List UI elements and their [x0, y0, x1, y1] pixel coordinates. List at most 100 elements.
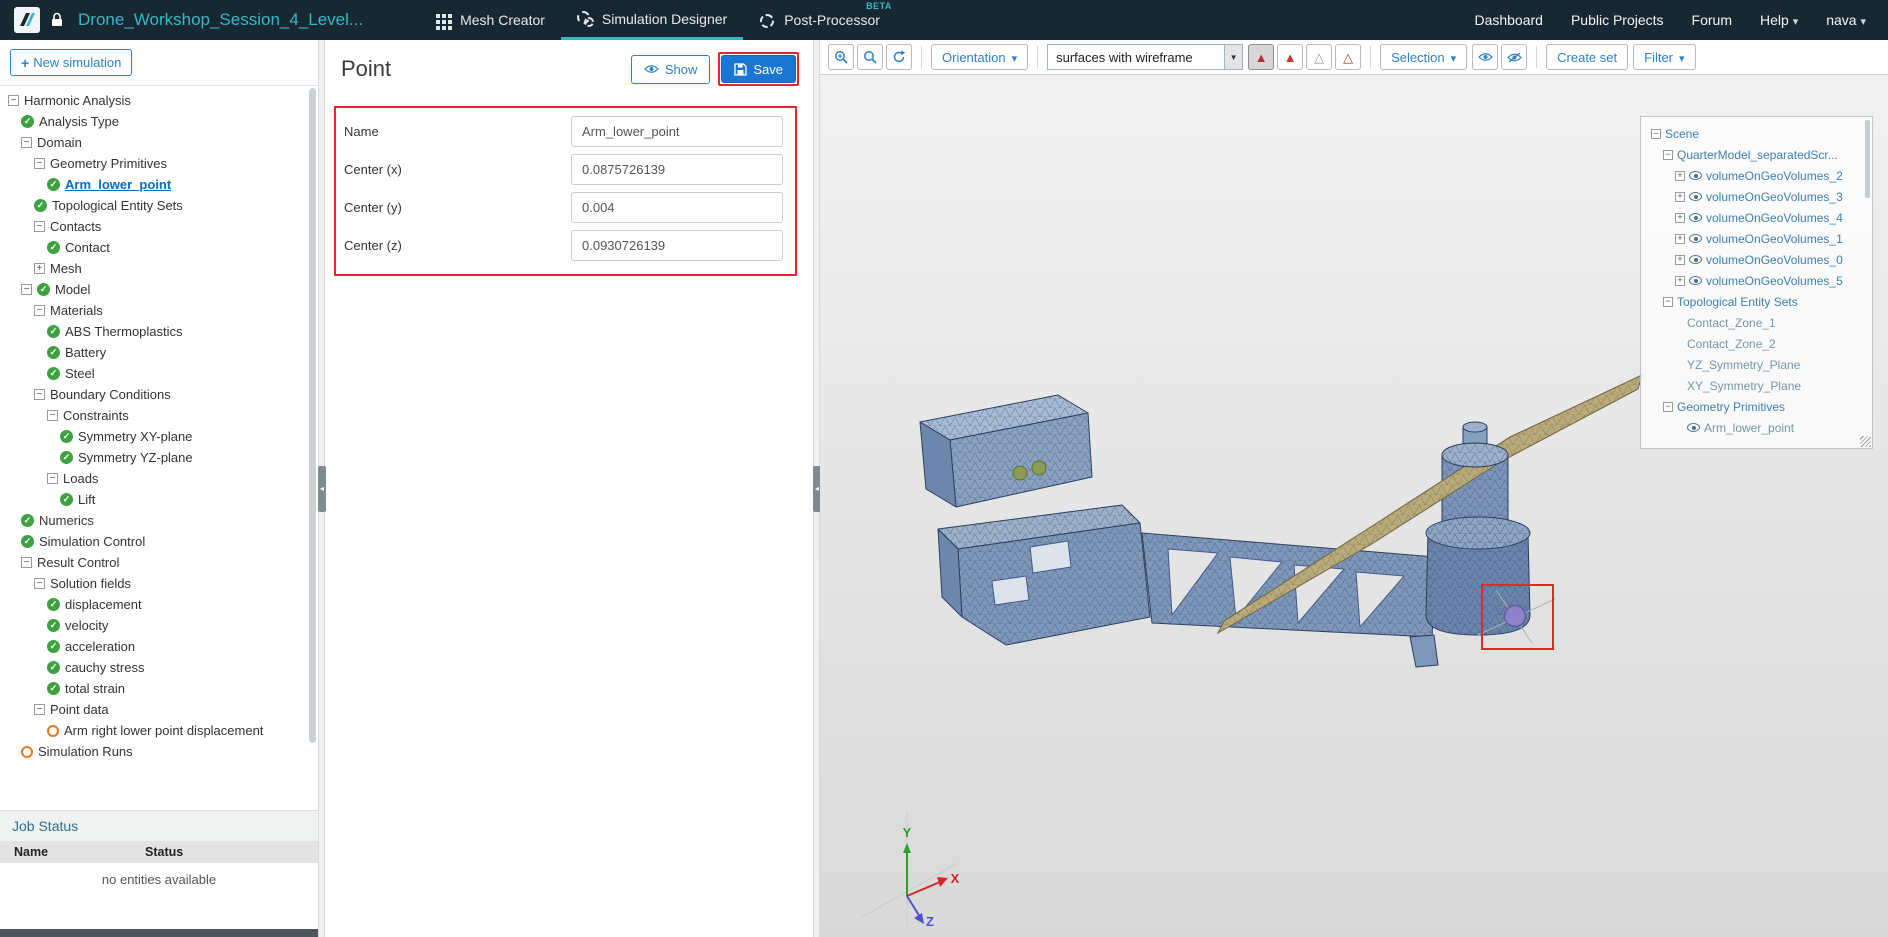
orientation-dropdown[interactable]: Orientation — [931, 44, 1028, 70]
tree-item[interactable]: Point data — [0, 699, 318, 720]
scene-expander-icon[interactable] — [1663, 150, 1673, 160]
scene-tree-item[interactable]: volumeOnGeoVolumes_5 — [1645, 270, 1868, 291]
tree-item[interactable]: total strain — [0, 678, 318, 699]
scene-tree-item[interactable]: volumeOnGeoVolumes_4 — [1645, 207, 1868, 228]
tree-item[interactable]: cauchy stress — [0, 657, 318, 678]
topbar-link[interactable]: Forum — [1692, 12, 1732, 28]
visibility-eye-icon[interactable] — [1689, 192, 1702, 201]
project-title[interactable]: Drone_Workshop_Session_4_Level... — [78, 10, 363, 30]
module-tab[interactable]: Mesh Creator — [419, 0, 561, 40]
create-set-button[interactable]: Create set — [1546, 44, 1628, 70]
visibility-eye-icon[interactable] — [1689, 234, 1702, 243]
scene-expander-icon[interactable] — [1675, 213, 1685, 223]
new-simulation-button[interactable]: New simulation — [10, 49, 132, 76]
scene-tree-item[interactable]: Contact_Zone_1 — [1645, 312, 1868, 333]
tree-item[interactable]: Symmetry YZ-plane — [0, 447, 318, 468]
tree-expander-icon[interactable] — [8, 95, 19, 106]
scene-expander-icon[interactable] — [1675, 255, 1685, 265]
tree-item[interactable]: Boundary Conditions — [0, 384, 318, 405]
topbar-link[interactable]: Dashboard — [1474, 12, 1543, 28]
tree-expander-icon[interactable] — [34, 221, 45, 232]
tree-scrollbar[interactable] — [309, 88, 316, 743]
scene-tree-item[interactable]: QuarterModel_separatedScr... — [1645, 144, 1868, 165]
scene-expander-icon[interactable] — [1675, 171, 1685, 181]
scene-tree-item[interactable]: Arm_lower_point — [1645, 417, 1868, 438]
tree-item[interactable]: Battery — [0, 342, 318, 363]
refresh-view-button[interactable] — [886, 44, 912, 70]
save-button[interactable]: Save — [721, 55, 796, 83]
tree-item[interactable]: ABS Thermoplastics — [0, 321, 318, 342]
hide-entities-button[interactable] — [1501, 44, 1527, 70]
tree-item[interactable]: Solution fields — [0, 573, 318, 594]
scene-expander-icon[interactable] — [1675, 192, 1685, 202]
tree-expander-icon[interactable] — [21, 557, 32, 568]
tree-item[interactable]: Analysis Type — [0, 111, 318, 132]
scene-tree-item[interactable]: volumeOnGeoVolumes_1 — [1645, 228, 1868, 249]
zoom-fit-button[interactable] — [857, 44, 883, 70]
tree-item[interactable]: Contact — [0, 237, 318, 258]
scene-expander-icon[interactable] — [1663, 297, 1673, 307]
mesh-quality-toggle-2[interactable] — [1277, 44, 1303, 70]
tree-expander-icon[interactable] — [34, 704, 45, 715]
scene-tree-item[interactable]: Contact_Zone_2 — [1645, 333, 1868, 354]
tree-item[interactable]: Simulation Runs — [0, 741, 318, 762]
tree-item[interactable]: Numerics — [0, 510, 318, 531]
tree-expander-icon[interactable] — [34, 263, 45, 274]
selection-dropdown[interactable]: Selection — [1380, 44, 1467, 70]
scene-tree-item[interactable]: YZ_Symmetry_Plane — [1645, 354, 1868, 375]
mesh-quality-toggle-4[interactable] — [1335, 44, 1361, 70]
filter-dropdown[interactable]: Filter — [1633, 44, 1695, 70]
module-tab[interactable]: Simulation Designer — [561, 0, 743, 40]
tree-expander-icon[interactable] — [47, 473, 58, 484]
tree-expander-icon[interactable] — [34, 389, 45, 400]
tree-item[interactable]: Constraints — [0, 405, 318, 426]
collapse-tree-panel-handle[interactable] — [318, 466, 326, 512]
tree-item[interactable]: Contacts — [0, 216, 318, 237]
tree-item[interactable]: Domain — [0, 132, 318, 153]
scene-tree-scrollbar[interactable] — [1865, 120, 1870, 198]
topbar-link[interactable]: nava — [1826, 12, 1866, 28]
scene-expander-icon[interactable] — [1651, 129, 1661, 139]
mesh-quality-toggle-3[interactable] — [1306, 44, 1332, 70]
show-button[interactable]: Show — [631, 55, 711, 84]
tree-item[interactable]: Model — [0, 279, 318, 300]
tree-expander-icon[interactable] — [34, 305, 45, 316]
field-input[interactable] — [571, 116, 783, 147]
scene-expander-icon[interactable] — [1675, 276, 1685, 286]
visibility-eye-icon[interactable] — [1689, 255, 1702, 264]
visibility-eye-icon[interactable] — [1689, 213, 1702, 222]
tree-item[interactable]: Mesh — [0, 258, 318, 279]
scene-tree-item[interactable]: volumeOnGeoVolumes_2 — [1645, 165, 1868, 186]
topbar-link[interactable]: Help — [1760, 12, 1798, 28]
sidebar-bottom-scrollbar[interactable] — [0, 929, 318, 937]
field-input[interactable] — [571, 154, 783, 185]
scene-tree-item[interactable]: Geometry Primitives — [1645, 396, 1868, 417]
scene-expander-icon[interactable] — [1675, 234, 1685, 244]
tree-item[interactable]: displacement — [0, 594, 318, 615]
scene-tree-item[interactable]: volumeOnGeoVolumes_3 — [1645, 186, 1868, 207]
tree-expander-icon[interactable] — [21, 284, 32, 295]
tree-item[interactable]: acceleration — [0, 636, 318, 657]
visibility-eye-icon[interactable] — [1689, 276, 1702, 285]
tree-item[interactable]: Symmetry XY-plane — [0, 426, 318, 447]
scene-tree-resize-handle[interactable] — [1860, 436, 1871, 447]
scene-tree-item[interactable]: volumeOnGeoVolumes_0 — [1645, 249, 1868, 270]
show-entities-button[interactable] — [1472, 44, 1498, 70]
zoom-in-button[interactable] — [828, 44, 854, 70]
field-input[interactable] — [571, 230, 783, 261]
app-logo-icon[interactable] — [14, 7, 40, 33]
tree-expander-icon[interactable] — [47, 410, 58, 421]
tree-item[interactable]: Simulation Control — [0, 531, 318, 552]
tree-item[interactable]: Loads — [0, 468, 318, 489]
tree-item[interactable]: Harmonic Analysis — [0, 90, 318, 111]
topbar-link[interactable]: Public Projects — [1571, 12, 1664, 28]
scene-tree-item[interactable]: XY_Symmetry_Plane — [1645, 375, 1868, 396]
tree-item[interactable]: Topological Entity Sets — [0, 195, 318, 216]
module-tab[interactable]: Post-Processor BETA — [743, 0, 896, 40]
visibility-eye-icon[interactable] — [1689, 171, 1702, 180]
mesh-quality-toggle-1[interactable] — [1248, 44, 1274, 70]
tree-item[interactable]: Arm right lower point displacement — [0, 720, 318, 741]
visibility-eye-icon[interactable] — [1687, 423, 1700, 432]
viewport-canvas[interactable]: Scene QuarterModel_separatedScr... — [820, 75, 1888, 937]
tree-item[interactable]: Materials — [0, 300, 318, 321]
